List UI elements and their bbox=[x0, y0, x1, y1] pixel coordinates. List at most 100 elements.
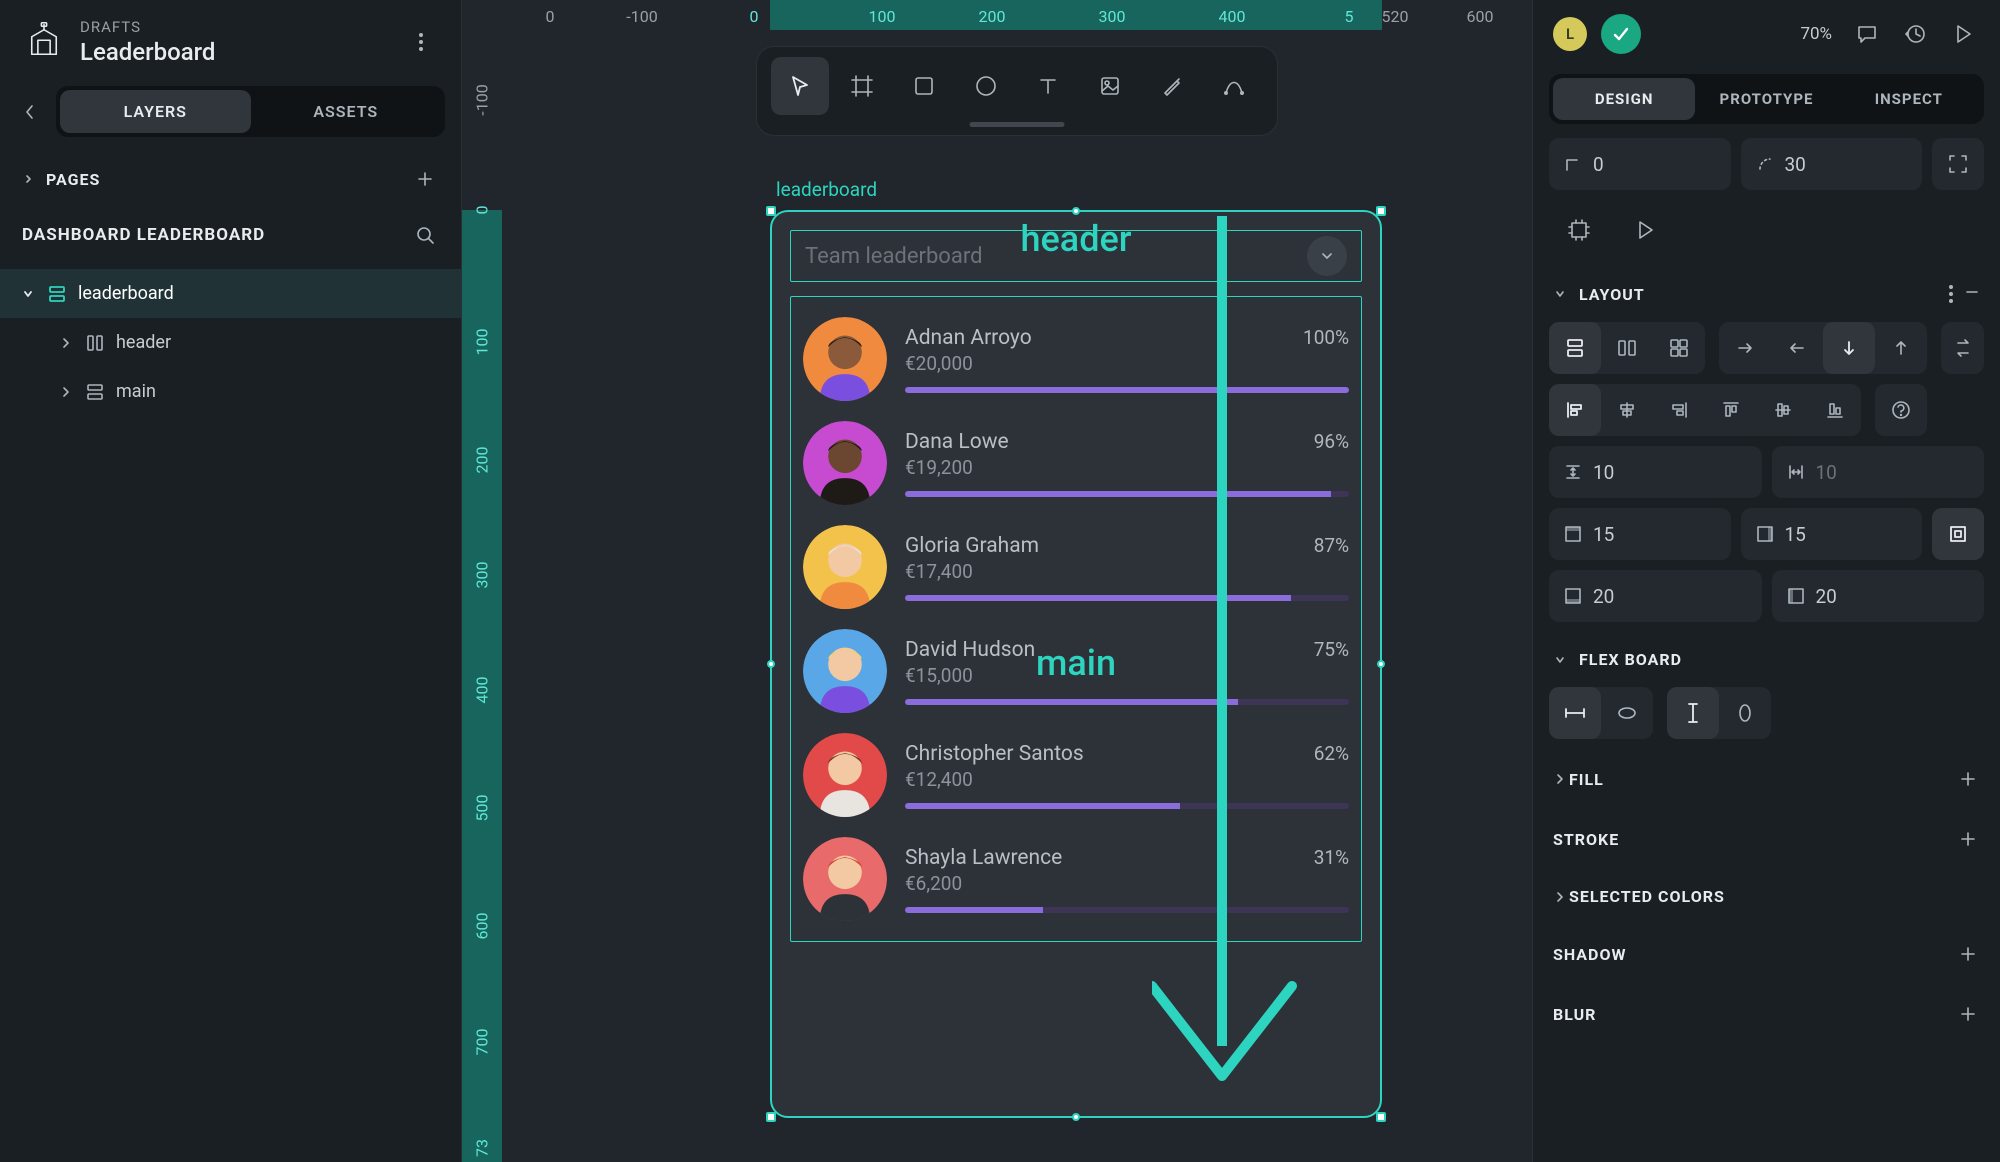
tab-design[interactable]: DESIGN bbox=[1553, 78, 1695, 120]
collapse-sidebar-button[interactable] bbox=[16, 88, 44, 136]
project-title[interactable]: Leaderboard bbox=[80, 38, 389, 66]
layout-help-button[interactable] bbox=[1875, 384, 1927, 436]
ruler-tick: 100 bbox=[473, 329, 492, 356]
justify-center-button[interactable] bbox=[1757, 384, 1809, 436]
tool-text[interactable] bbox=[1019, 57, 1077, 115]
padding-options-button[interactable] bbox=[1932, 508, 1984, 560]
arrow-down-button[interactable] bbox=[1823, 322, 1875, 374]
ruler-tick: 100 bbox=[869, 7, 896, 26]
pages-expand-icon[interactable] bbox=[22, 173, 36, 185]
comments-button[interactable] bbox=[1850, 17, 1884, 51]
direction-strip bbox=[1549, 322, 1705, 374]
tool-rectangle[interactable] bbox=[895, 57, 953, 115]
col-gap-icon bbox=[1786, 462, 1806, 482]
selected-frame[interactable]: leaderboard Team leaderboard bbox=[770, 210, 1382, 1118]
search-layers-button[interactable] bbox=[411, 221, 439, 249]
pad-right-field[interactable]: 15 bbox=[1741, 508, 1923, 560]
leaderboard-entry[interactable]: David Hudson €15,000 75% bbox=[791, 619, 1361, 723]
entry-percent: 100% bbox=[1303, 326, 1349, 349]
chevron-right-icon[interactable] bbox=[58, 385, 74, 399]
autolayout-play-button[interactable] bbox=[1619, 204, 1671, 256]
pad-left-field[interactable]: 20 bbox=[1772, 570, 1985, 622]
col-gap-field[interactable]: 10 bbox=[1772, 446, 1985, 498]
dir-wrap-button[interactable] bbox=[1653, 322, 1705, 374]
chevron-right-icon[interactable] bbox=[58, 336, 74, 350]
pad-bottom-value: 20 bbox=[1593, 585, 1614, 608]
tool-curve[interactable] bbox=[1205, 57, 1263, 115]
dir-horizontal-button[interactable] bbox=[1601, 322, 1653, 374]
leaderboard-entry[interactable]: Christopher Santos €12,400 62% bbox=[791, 723, 1361, 827]
layer-row-leaderboard[interactable]: leaderboard bbox=[0, 269, 461, 318]
pages-label: PAGES bbox=[46, 170, 401, 189]
pad-top-field[interactable]: 15 bbox=[1549, 508, 1731, 560]
subframe-header[interactable]: Team leaderboard bbox=[790, 230, 1362, 282]
layout-remove-button[interactable] bbox=[1964, 284, 1980, 304]
dir-vertical-button[interactable] bbox=[1549, 322, 1601, 374]
justify-start-button[interactable] bbox=[1705, 384, 1757, 436]
layout-menu-button[interactable] bbox=[1948, 284, 1954, 304]
align-start-button[interactable] bbox=[1549, 384, 1601, 436]
row-gap-field[interactable]: 10 bbox=[1549, 446, 1762, 498]
ruler-tick: 600 bbox=[1467, 7, 1494, 26]
progress-bar bbox=[905, 699, 1349, 705]
chevron-down-icon[interactable] bbox=[1553, 653, 1569, 667]
entry-percent: 62% bbox=[1314, 742, 1349, 765]
tool-frame[interactable] bbox=[833, 57, 891, 115]
radius-field[interactable]: 30 bbox=[1741, 138, 1923, 190]
arrow-left-button[interactable] bbox=[1771, 322, 1823, 374]
canvas-area[interactable]: 0-10001002003004005520600 -1000100200300… bbox=[462, 0, 1532, 1162]
sizing-v-fill-button[interactable] bbox=[1667, 687, 1719, 739]
tab-assets[interactable]: ASSETS bbox=[251, 90, 442, 133]
add-blur-button[interactable] bbox=[1956, 1002, 1980, 1026]
tool-pen[interactable] bbox=[1143, 57, 1201, 115]
leaderboard-entry[interactable]: Adnan Arroyo €20,000 100% bbox=[791, 307, 1361, 411]
chevron-right-icon[interactable] bbox=[1553, 772, 1569, 786]
leaderboard-entry[interactable]: Dana Lowe €19,200 96% bbox=[791, 411, 1361, 515]
app-logo[interactable] bbox=[22, 20, 66, 64]
canvas-toolbar[interactable] bbox=[756, 46, 1278, 136]
header-dropdown-button[interactable] bbox=[1307, 236, 1347, 276]
chevron-down-icon[interactable] bbox=[20, 287, 36, 301]
add-shadow-button[interactable] bbox=[1956, 942, 1980, 966]
corner-options-button[interactable] bbox=[1932, 138, 1984, 190]
chevron-down-icon[interactable] bbox=[1553, 287, 1569, 301]
leaderboard-entry[interactable]: Shayla Lawrence €6,200 31% bbox=[791, 827, 1361, 931]
add-fill-button[interactable] bbox=[1956, 767, 1980, 791]
add-stroke-button[interactable] bbox=[1956, 827, 1980, 851]
project-menu-button[interactable] bbox=[403, 24, 439, 60]
chevron-right-icon[interactable] bbox=[1553, 890, 1569, 904]
arrow-reverse-button[interactable] bbox=[1941, 322, 1984, 374]
play-button[interactable] bbox=[1946, 17, 1980, 51]
shadow-section-title: SHADOW bbox=[1553, 945, 1956, 964]
layer-row-header[interactable]: header bbox=[0, 318, 461, 367]
tool-move[interactable] bbox=[771, 57, 829, 115]
tool-ellipse[interactable] bbox=[957, 57, 1015, 115]
rotation-field[interactable]: 0 bbox=[1549, 138, 1731, 190]
sizing-v-hug-button[interactable] bbox=[1719, 687, 1771, 739]
sync-status-icon[interactable] bbox=[1601, 14, 1641, 54]
zoom-level[interactable]: 70% bbox=[1800, 24, 1832, 44]
pad-bottom-field[interactable]: 20 bbox=[1549, 570, 1762, 622]
sizing-h-strip bbox=[1549, 687, 1653, 739]
rotation-icon bbox=[1563, 154, 1583, 174]
tab-inspect[interactable]: INSPECT bbox=[1838, 78, 1980, 120]
tab-layers[interactable]: LAYERS bbox=[60, 90, 251, 133]
tool-image[interactable] bbox=[1081, 57, 1139, 115]
justify-end-button[interactable] bbox=[1809, 384, 1861, 436]
subframe-main[interactable]: Adnan Arroyo €20,000 100% Dana Lowe €19,… bbox=[790, 296, 1362, 942]
align-center-button[interactable] bbox=[1601, 384, 1653, 436]
arrow-up-button[interactable] bbox=[1875, 322, 1927, 374]
frame-label[interactable]: leaderboard bbox=[776, 178, 877, 201]
history-button[interactable] bbox=[1898, 17, 1932, 51]
sizing-h-hug-button[interactable] bbox=[1601, 687, 1653, 739]
align-end-button[interactable] bbox=[1653, 384, 1705, 436]
sizing-h-fill-button[interactable] bbox=[1549, 687, 1601, 739]
clip-content-button[interactable] bbox=[1553, 204, 1605, 256]
layer-row-main[interactable]: main bbox=[0, 367, 461, 416]
add-page-button[interactable] bbox=[411, 165, 439, 193]
arrow-right-button[interactable] bbox=[1719, 322, 1771, 374]
leaderboard-entry[interactable]: Gloria Graham €17,400 87% bbox=[791, 515, 1361, 619]
user-avatar[interactable]: L bbox=[1553, 17, 1587, 51]
current-page-name[interactable]: DASHBOARD LEADERBOARD bbox=[22, 225, 399, 245]
tab-prototype[interactable]: PROTOTYPE bbox=[1695, 78, 1837, 120]
